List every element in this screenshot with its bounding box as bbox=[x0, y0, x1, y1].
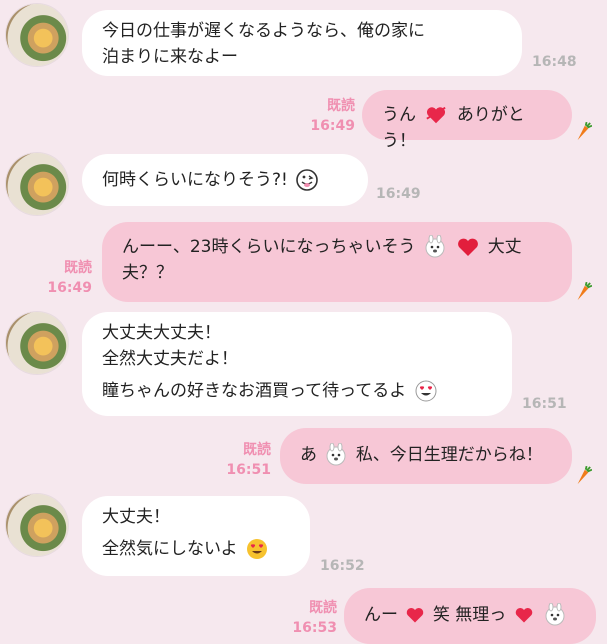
heart-eyes-icon bbox=[247, 539, 268, 559]
message-row: 既読 16:51 あ 私、今日生理だからね！ bbox=[0, 426, 607, 488]
heart-icon bbox=[458, 238, 479, 256]
avatar[interactable] bbox=[6, 312, 68, 374]
message-row: 既読 16:49 うん ありがとう！ bbox=[0, 90, 607, 151]
message-time: 16:48 bbox=[532, 54, 577, 70]
bunny-face-icon bbox=[545, 603, 565, 626]
avatar[interactable] bbox=[6, 4, 68, 66]
message-text: 全然大丈夫だよ！ bbox=[102, 349, 238, 369]
bunny-face-icon bbox=[425, 235, 445, 258]
heart-icon bbox=[515, 607, 532, 623]
heart-icon bbox=[426, 106, 447, 124]
message-text: 泊まりに来なよー bbox=[102, 47, 238, 67]
read-receipt: 既読 16:49 bbox=[47, 260, 92, 296]
heart-eyes-icon bbox=[415, 380, 437, 402]
message-row: 既読 16:49 んーー、23時くらいになっちゃいそう 大丈 夫？？ bbox=[0, 218, 607, 306]
heart-icon bbox=[407, 607, 424, 623]
message-bubble[interactable]: あ 私、今日生理だからね！ bbox=[280, 428, 572, 484]
avatar[interactable] bbox=[6, 153, 68, 215]
message-time: 16:52 bbox=[320, 558, 365, 574]
message-bubble[interactable]: 大丈夫大丈夫！ 全然大丈夫だよ！ 瞳ちゃんの好きなお酒買って待ってるよ bbox=[82, 312, 512, 416]
message-row: 大丈夫！ 全然気にしないよ 16:52 bbox=[0, 488, 607, 584]
message-text: 全然気にしないよ bbox=[102, 539, 238, 559]
message-bubble[interactable]: 今日の仕事が遅くなるようなら、俺の家に 泊まりに来なよー bbox=[82, 10, 522, 76]
read-receipt: 既読 16:49 bbox=[310, 98, 355, 134]
message-text: 笑 無理っ bbox=[432, 605, 507, 625]
message-bubble[interactable]: 何時くらいになりそう?! bbox=[82, 154, 368, 206]
message-text: 私、今日生理だからね！ bbox=[355, 445, 543, 465]
message-row: 大丈夫大丈夫！ 全然大丈夫だよ！ 瞳ちゃんの好きなお酒買って待ってるよ 16:5… bbox=[0, 306, 607, 424]
message-text: 大丈夫！ bbox=[102, 507, 170, 527]
carrot-icon bbox=[577, 466, 592, 485]
message-row: 既読 16:53 んー 笑 無理っ bbox=[0, 586, 607, 644]
message-time: 16:51 bbox=[522, 396, 567, 412]
message-row: 何時くらいになりそう?! 16:49 bbox=[0, 148, 607, 218]
message-text: 何時くらいになりそう?! bbox=[102, 170, 288, 190]
message-text: あ bbox=[300, 445, 317, 465]
message-text: うん bbox=[382, 105, 416, 125]
message-bubble[interactable]: んー 笑 無理っ bbox=[344, 588, 596, 644]
message-text: 今日の仕事が遅くなるようなら、俺の家に bbox=[102, 21, 425, 41]
message-bubble[interactable]: んーー、23時くらいになっちゃいそう 大丈 夫？？ bbox=[102, 222, 572, 302]
message-row: 今日の仕事が遅くなるようなら、俺の家に 泊まりに来なよー 16:48 bbox=[0, 0, 607, 90]
carrot-icon bbox=[577, 282, 592, 301]
read-receipt: 既読 16:53 bbox=[292, 600, 337, 636]
message-text: 夫？？ bbox=[122, 263, 173, 283]
avatar[interactable] bbox=[6, 494, 68, 556]
message-time: 16:49 bbox=[376, 186, 421, 202]
message-bubble[interactable]: 大丈夫！ 全然気にしないよ bbox=[82, 496, 310, 576]
message-text: んーー、23時くらいになっちゃいそう bbox=[122, 237, 416, 257]
message-bubble[interactable]: うん ありがとう！ bbox=[362, 90, 572, 151]
message-text: 大丈 bbox=[487, 237, 522, 257]
message-text: 大丈夫大丈夫！ bbox=[102, 323, 221, 343]
carrot-icon bbox=[577, 122, 592, 141]
message-text: 瞳ちゃんの好きなお酒買って待ってるよ bbox=[102, 381, 407, 401]
message-text: んー bbox=[364, 605, 398, 625]
tongue-face-icon bbox=[296, 169, 319, 191]
read-receipt: 既読 16:51 bbox=[226, 442, 271, 478]
bunny-face-icon bbox=[326, 443, 346, 466]
